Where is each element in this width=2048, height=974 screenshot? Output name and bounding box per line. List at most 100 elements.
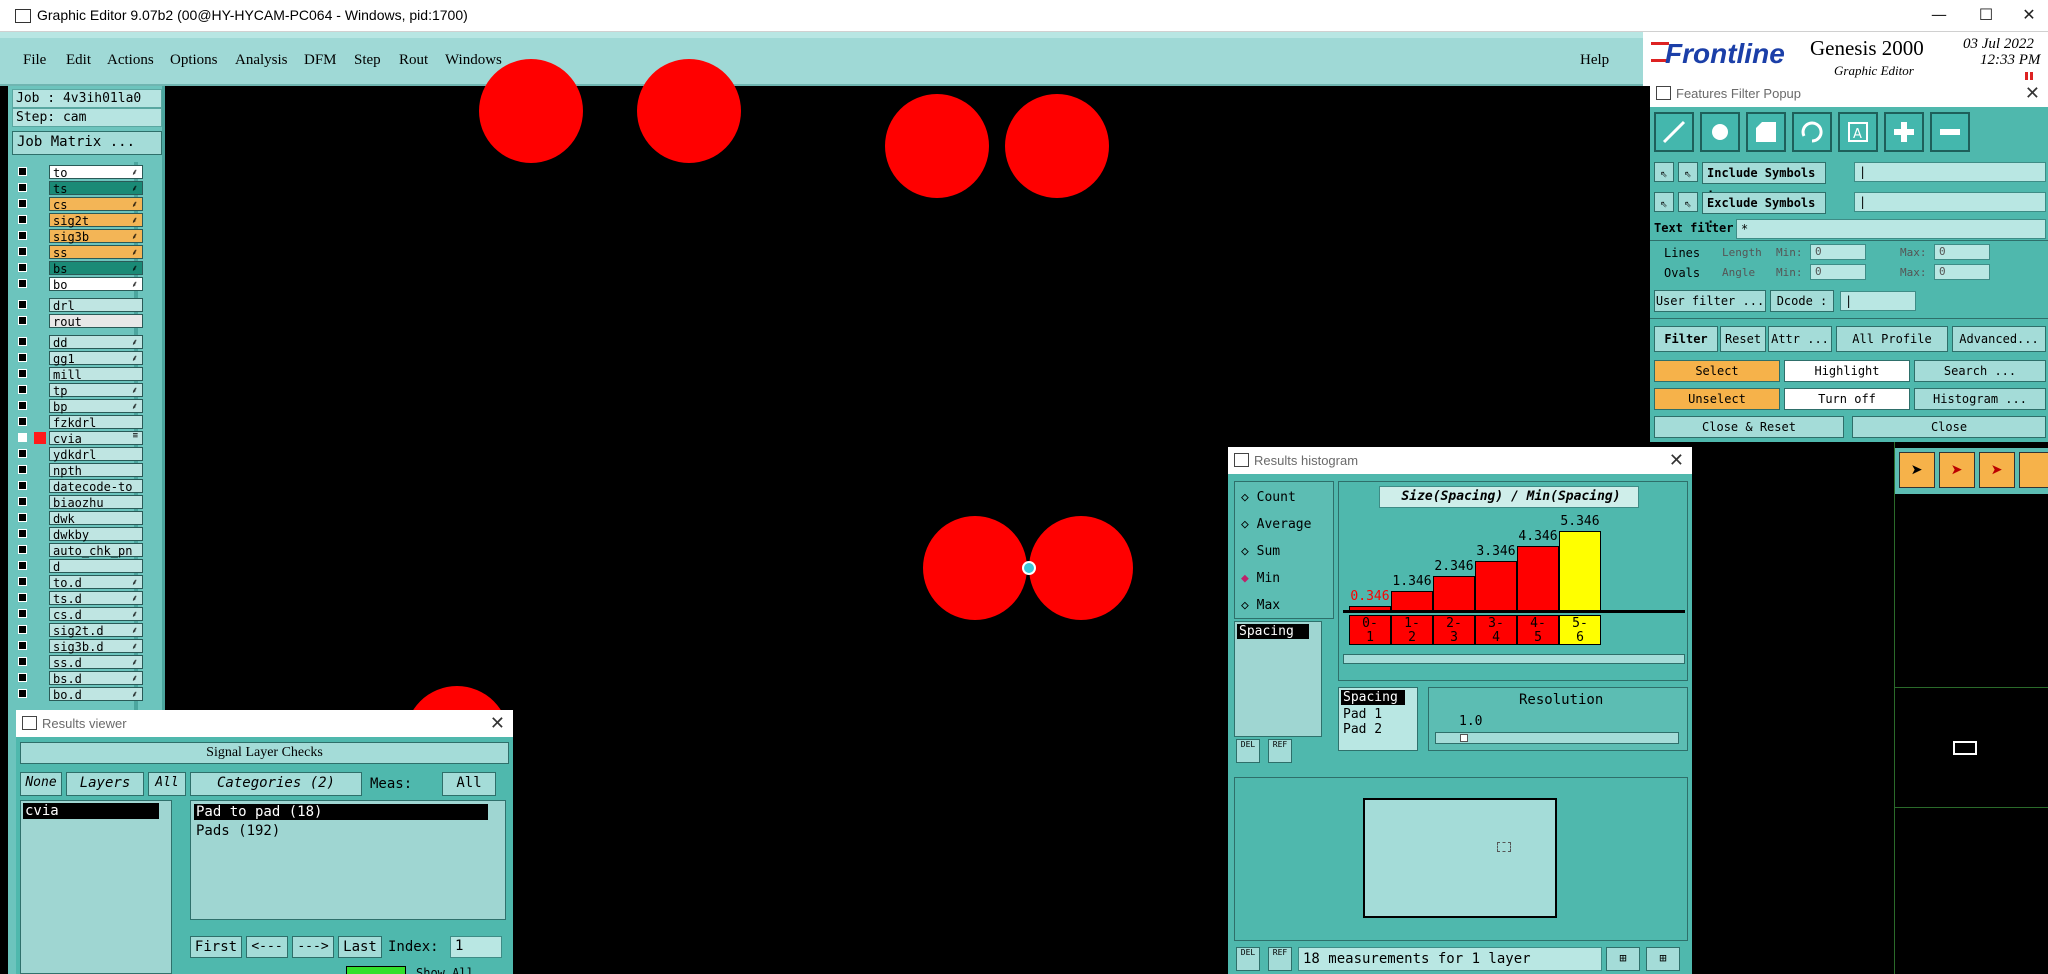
graph-icon[interactable]: ⊞ xyxy=(1606,947,1640,971)
layer-name[interactable]: npth xyxy=(49,463,143,478)
histogram-bar[interactable] xyxy=(1391,591,1433,611)
include-symbols-label[interactable]: Include Symbols : xyxy=(1702,162,1826,200)
layer-row[interactable]: cs ⸙ xyxy=(14,197,143,212)
layer-name[interactable]: to xyxy=(49,165,143,180)
layer-name[interactable]: mill xyxy=(49,367,143,382)
layer-checkbox[interactable] xyxy=(18,481,27,490)
layer-checkbox[interactable] xyxy=(18,401,27,410)
layer-row[interactable]: sig3b.d ⸙ xyxy=(14,639,143,654)
layer-checkbox[interactable] xyxy=(18,369,27,378)
histogram-bar[interactable] xyxy=(1517,546,1559,611)
close-icon[interactable]: ✕ xyxy=(490,710,505,737)
layer-row[interactable]: tp ⸙ xyxy=(14,383,143,398)
text-feature-icon[interactable]: A xyxy=(1838,112,1878,152)
layer-checkbox[interactable] xyxy=(18,337,27,346)
select-button[interactable]: Select xyxy=(1654,360,1780,382)
dcode-input[interactable]: | xyxy=(1840,291,1916,311)
length-min-input[interactable]: 0 xyxy=(1810,244,1866,260)
ref-button[interactable]: REF xyxy=(1268,947,1292,971)
exclude-symbols-input[interactable]: | xyxy=(1854,192,2046,212)
category-label[interactable]: 5- 6 xyxy=(1559,615,1601,645)
histogram-bar[interactable] xyxy=(1475,561,1517,611)
layer-row[interactable]: bs.d ⸙ xyxy=(14,671,143,686)
lines-checkbox[interactable]: Lines xyxy=(1664,246,1700,260)
angle-max-input[interactable]: 0 xyxy=(1934,264,1990,280)
layer-name[interactable]: ts.d xyxy=(49,591,143,606)
preview-thumbnail[interactable] xyxy=(1363,798,1557,918)
show-all-checkbox[interactable]: Show All xyxy=(416,966,474,974)
pointer-icon[interactable]: ➤ xyxy=(1899,452,1935,488)
pad-feature[interactable] xyxy=(1029,516,1133,620)
close-popup-button[interactable]: Close xyxy=(1852,416,2046,438)
layer-name[interactable]: ydkdrl xyxy=(49,447,143,462)
menu-step[interactable]: Step xyxy=(354,52,381,69)
prev-button[interactable]: <--- xyxy=(246,936,288,958)
layer-row[interactable]: drl xyxy=(14,298,143,313)
category-label[interactable]: 3- 4 xyxy=(1475,615,1517,645)
chart-scrollbar[interactable] xyxy=(1343,654,1685,664)
layer-checkbox[interactable] xyxy=(18,689,27,698)
close-icon[interactable]: ✕ xyxy=(2025,80,2040,107)
line-feature-icon[interactable] xyxy=(1654,112,1694,152)
list-item[interactable]: Pad 1 xyxy=(1341,707,1417,722)
select-arrow-icon[interactable]: ➤ xyxy=(1979,452,2015,488)
layer-row[interactable]: cvia ≡ xyxy=(14,431,143,446)
histogram-button[interactable]: Histogram ... xyxy=(1914,388,2046,410)
del-button[interactable]: DEL xyxy=(1236,947,1260,971)
layer-name[interactable]: to.d xyxy=(49,575,143,590)
layer-name[interactable]: cs.d xyxy=(49,607,143,622)
pick-symbol-icon[interactable]: ⇖ xyxy=(1678,192,1698,212)
list-item[interactable]: Spacing xyxy=(1341,690,1405,705)
attr-button[interactable]: Attr ... xyxy=(1768,326,1832,352)
exclude-symbols-label[interactable]: Exclude Symbols : xyxy=(1702,192,1826,230)
layer-name[interactable]: gg1 xyxy=(49,351,143,366)
option-count[interactable]: ◇ Count xyxy=(1241,490,1296,505)
ovals-checkbox[interactable]: Ovals xyxy=(1664,266,1700,280)
pad-feature[interactable] xyxy=(479,59,583,163)
list-item[interactable]: Pad to pad (18) xyxy=(194,804,488,820)
option-sum[interactable]: ◇ Sum xyxy=(1241,544,1280,559)
layer-name[interactable]: cs xyxy=(49,197,143,212)
dcode-button[interactable]: Dcode : xyxy=(1770,290,1834,312)
surface-feature-icon[interactable] xyxy=(1746,112,1786,152)
all-button[interactable]: All xyxy=(148,772,186,796)
close-button[interactable]: ✕ xyxy=(2006,0,2048,32)
layer-name[interactable]: bs xyxy=(49,261,143,276)
next-button[interactable]: ---> xyxy=(292,936,334,958)
layer-checkbox[interactable] xyxy=(18,183,27,192)
user-filter-button[interactable]: User filter ... xyxy=(1654,290,1766,312)
layer-name[interactable]: bp xyxy=(49,399,143,414)
turn-off-button[interactable]: Turn off xyxy=(1784,388,1910,410)
layer-row[interactable]: ydkdrl xyxy=(14,447,143,462)
layer-name[interactable]: dwk xyxy=(49,511,143,526)
layer-name[interactable]: auto_chk_pn xyxy=(49,543,143,558)
layer-checkbox[interactable] xyxy=(18,497,27,506)
categories-button[interactable]: Categories (2) xyxy=(190,772,362,796)
layer-name[interactable]: sig3b xyxy=(49,229,143,244)
list-item[interactable]: Pads (192) xyxy=(194,823,505,839)
select-arrow-icon[interactable]: ➤ xyxy=(1939,452,1975,488)
layer-name[interactable]: tp xyxy=(49,383,143,398)
layer-checkbox[interactable] xyxy=(18,593,27,602)
layer-checkbox[interactable] xyxy=(18,561,27,570)
category-label[interactable]: 0- 1 xyxy=(1349,615,1391,645)
layer-checkbox[interactable] xyxy=(18,673,27,682)
menu-file[interactable]: File xyxy=(23,52,46,69)
category-label[interactable]: 1- 2 xyxy=(1391,615,1433,645)
measurement-type-list[interactable]: Spacing xyxy=(1234,621,1322,737)
graph-icon[interactable]: ⊞ xyxy=(1646,947,1680,971)
layer-name[interactable]: bo xyxy=(49,277,143,292)
layer-name[interactable]: rout xyxy=(49,314,143,329)
layer-name[interactable]: cvia xyxy=(49,431,143,446)
layer-row[interactable]: fzkdrl xyxy=(14,415,143,430)
layer-name[interactable]: datecode-to xyxy=(49,479,143,494)
list-item[interactable]: cvia xyxy=(23,803,159,819)
close-reset-button[interactable]: Close & Reset xyxy=(1654,416,1844,438)
advanced-button[interactable]: Advanced... xyxy=(1952,326,2046,352)
layer-checkbox[interactable] xyxy=(18,609,27,618)
layer-name[interactable]: sig3b.d xyxy=(49,639,143,654)
layer-checkbox[interactable] xyxy=(18,465,27,474)
del-button[interactable]: DEL xyxy=(1236,739,1260,763)
layer-row[interactable]: rout xyxy=(14,314,143,329)
layer-row[interactable]: dwk xyxy=(14,511,143,526)
